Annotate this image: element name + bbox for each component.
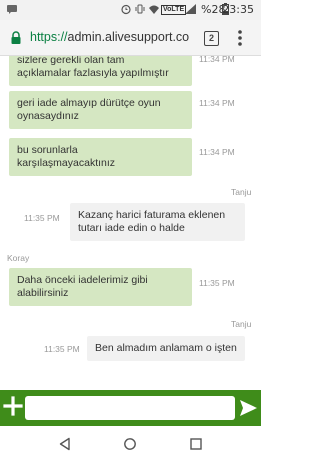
wifi-icon — [148, 3, 160, 20]
browser-toolbar: https://admin.alivesupport.co 2 — [0, 20, 261, 56]
message-line: Daha önceki iadelerimiz gibi — [17, 274, 148, 286]
message-line: geri iade almayıp dürütçe oyun — [17, 97, 161, 109]
message-notification-icon — [6, 3, 18, 20]
home-circle-icon[interactable] — [123, 437, 137, 451]
message-time: 11:35 PM — [199, 278, 235, 288]
sender-name: Koray — [7, 253, 30, 263]
address-bar[interactable]: https://admin.alivesupport.co — [30, 30, 190, 44]
alarm-icon — [120, 3, 132, 20]
overflow-menu-icon[interactable] — [236, 28, 244, 48]
chat-transcript[interactable]: sizlere gerekli olan tam açıklamalar faz… — [0, 56, 261, 390]
sender-name: Tanju — [231, 187, 252, 197]
message-bubble-outgoing: Kazanç harici faturama eklenen tutarı ia… — [70, 203, 245, 241]
system-navigation-bar — [0, 426, 261, 463]
message-input[interactable] — [25, 396, 235, 420]
message-line: Kazanç harici faturama eklenen — [78, 209, 226, 221]
message-line: Ben almadım anlamam o işten — [95, 342, 237, 354]
tabs-icon[interactable]: 2 — [204, 31, 219, 46]
signal-icon — [184, 3, 198, 20]
message-bubble-incoming: geri iade almayıp dürütçe oyun oynasaydı… — [9, 91, 192, 129]
message-composer — [0, 390, 261, 426]
message-time: 11:34 PM — [199, 98, 235, 108]
message-line: bu sorunlarla — [17, 144, 78, 156]
message-bubble-incoming: sizlere gerekli olan tam açıklamalar faz… — [9, 56, 192, 86]
volte-label: VoLTE — [161, 5, 187, 15]
clock: 23:35 — [222, 3, 254, 16]
message-time: 11:35 PM — [44, 344, 80, 354]
send-icon[interactable] — [239, 399, 258, 417]
message-line: karşılaşmayacaktınız — [17, 157, 116, 169]
status-bar: VoLTE %28 23:35 — [0, 0, 261, 20]
url-host: admin.alivesupport.co — [67, 30, 190, 44]
message-time: 11:34 PM — [199, 56, 235, 64]
message-line: oynasaydınız — [17, 110, 79, 122]
plus-icon[interactable] — [3, 396, 23, 416]
message-line: alabilirsiniz — [17, 287, 69, 299]
sender-name: Tanju — [231, 319, 252, 329]
back-triangle-icon[interactable] — [58, 437, 72, 451]
message-time: 11:34 PM — [199, 147, 235, 157]
message-bubble-outgoing: Ben almadım anlamam o işten — [87, 336, 245, 361]
vibrate-icon — [134, 3, 146, 20]
message-bubble-incoming: Daha önceki iadelerimiz gibi alabilirsin… — [9, 268, 192, 306]
lock-icon[interactable] — [10, 31, 22, 45]
message-bubble-incoming: bu sorunlarla karşılaşmayacaktınız — [9, 138, 192, 176]
message-line: sizlere gerekli olan tam — [17, 56, 125, 66]
message-line: açıklamalar fazlasıyla yapılmıştır — [17, 67, 169, 79]
message-line: tutarı iade edin o halde — [78, 222, 185, 234]
message-time: 11:35 PM — [24, 213, 60, 223]
url-scheme: https:// — [30, 30, 68, 44]
recents-square-icon[interactable] — [189, 437, 203, 451]
